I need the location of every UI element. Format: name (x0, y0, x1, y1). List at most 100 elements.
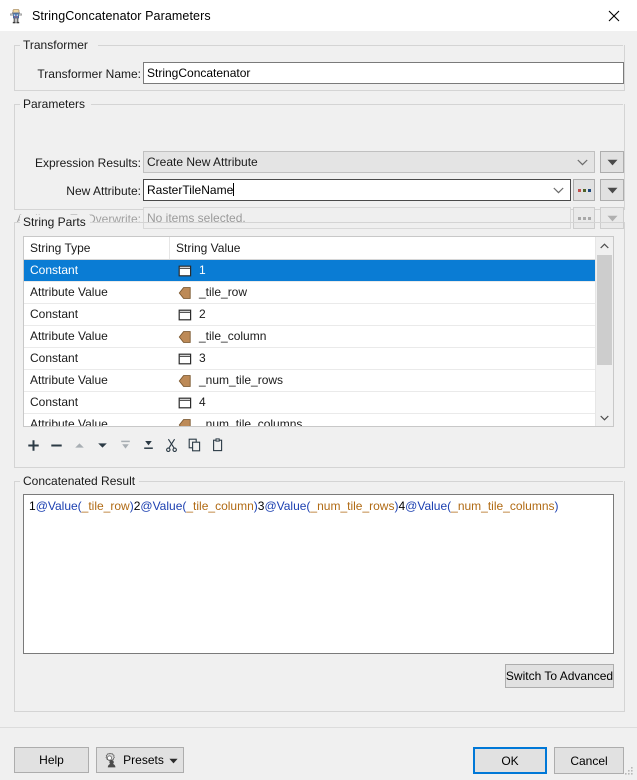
plus-icon (28, 439, 39, 451)
presets-button[interactable]: Presets (96, 747, 184, 773)
expression-results-combo[interactable]: Create New Attribute (143, 151, 595, 173)
cell-string-type[interactable]: Attribute Value (24, 282, 170, 303)
table-vertical-scrollbar[interactable] (595, 237, 613, 426)
presets-label: Presets (123, 753, 164, 767)
cell-string-value[interactable]: 2 (170, 304, 613, 325)
dialog-content: Transformer Transformer Name: StringConc… (0, 31, 637, 780)
triangle-down-icon (607, 187, 617, 193)
concatenated-result-textarea[interactable]: 1@Value(_tile_row)2@Value(_tile_column)3… (23, 494, 614, 654)
ellipsis-icon (577, 188, 591, 192)
result-token-fn: @Value( (35, 499, 82, 513)
table-row[interactable]: Attribute Value _tile_row (24, 282, 613, 304)
transformer-group-legend: Transformer (20, 38, 92, 52)
new-attribute-dropdown-button[interactable] (600, 179, 624, 201)
result-token-attr: _tile_row (81, 499, 130, 513)
cell-string-value[interactable]: 1 (170, 260, 613, 281)
table-row[interactable]: Constant 1 (24, 260, 613, 282)
close-icon (608, 10, 620, 21)
string-parts-table[interactable]: String Type String Value Constant 1 Attrib… (23, 236, 614, 427)
scroll-down-button[interactable] (596, 409, 613, 426)
title-bar: StringConcatenator Parameters (0, 0, 637, 31)
cell-string-value-text: 4 (199, 395, 206, 409)
cell-string-type[interactable]: Attribute Value (24, 326, 170, 347)
new-attribute-input[interactable]: RasterTileName (143, 179, 571, 201)
cell-string-value-text: _tile_column (199, 329, 267, 343)
close-button[interactable] (591, 0, 637, 31)
chevron-down-icon (600, 415, 609, 421)
cell-string-value[interactable]: _num_tile_columns (170, 414, 613, 426)
add-button[interactable] (22, 434, 45, 456)
triangle-down-icon (169, 753, 178, 767)
table-row[interactable]: Attribute Value _num_tile_columns (24, 414, 613, 426)
result-token-attr: _tile_column (186, 499, 254, 513)
scroll-up-button[interactable] (596, 237, 613, 254)
parameters-group-legend: Parameters (20, 97, 90, 111)
constant-icon (178, 309, 192, 320)
footer-separator (0, 727, 637, 728)
chevron-down-icon (553, 180, 564, 200)
minus-icon (51, 444, 62, 446)
attribute-icon (178, 330, 191, 343)
transformer-icon (8, 8, 24, 24)
table-row[interactable]: Constant 3 (24, 348, 613, 370)
new-attribute-value: RasterTileName (147, 183, 234, 197)
column-header-string-value[interactable]: String Value (170, 237, 613, 259)
constant-icon (178, 353, 192, 364)
paste-icon (213, 438, 223, 452)
attribute-icon (178, 374, 191, 387)
column-header-string-type[interactable]: String Type (24, 237, 170, 259)
cell-string-value-text: 2 (199, 307, 206, 321)
cell-string-value[interactable]: 3 (170, 348, 613, 369)
remove-button[interactable] (45, 434, 68, 456)
chevron-up-icon (600, 242, 609, 248)
cell-string-value[interactable]: 4 (170, 392, 613, 413)
cancel-button[interactable]: Cancel (554, 747, 624, 774)
expression-results-dropdown-button[interactable] (600, 151, 624, 173)
move-to-top-button (114, 434, 137, 456)
copy-icon (188, 438, 201, 452)
move-up-button (68, 434, 91, 456)
switch-to-advanced-button[interactable]: Switch To Advanced (505, 664, 614, 688)
table-row[interactable]: Attribute Value _num_tile_rows (24, 370, 613, 392)
cell-string-type[interactable]: Constant (24, 260, 170, 281)
table-row[interactable]: Attribute Value _tile_column (24, 326, 613, 348)
cut-button[interactable] (160, 434, 183, 456)
ok-button[interactable]: OK (473, 747, 547, 774)
attribute-icon (178, 286, 191, 299)
cell-string-type[interactable]: Attribute Value (24, 414, 170, 426)
cell-string-value[interactable]: _tile_row (170, 282, 613, 303)
result-token-attr: _num_tile_rows (310, 499, 395, 513)
cell-string-value[interactable]: _tile_column (170, 326, 613, 347)
resize-grip[interactable] (622, 765, 634, 777)
cell-string-type[interactable]: Attribute Value (24, 370, 170, 391)
scroll-thumb[interactable] (597, 255, 612, 365)
ellipsis-icon (577, 216, 591, 220)
cell-string-value[interactable]: _num_tile_rows (170, 370, 613, 391)
cell-string-type[interactable]: Constant (24, 392, 170, 413)
result-expression: 1@Value(_tile_row)2@Value(_tile_column)3… (29, 499, 559, 513)
table-row[interactable]: Constant 4 (24, 392, 613, 414)
help-button[interactable]: Help (14, 747, 89, 773)
transformer-name-input[interactable]: StringConcatenator (143, 62, 624, 84)
expression-results-label: Expression Results: (34, 156, 141, 170)
cell-string-value-text: _num_tile_rows (199, 373, 284, 387)
cell-string-type[interactable]: Constant (24, 348, 170, 369)
attribute-icon (178, 418, 191, 426)
expression-results-value: Create New Attribute (147, 155, 258, 169)
presets-gear-person-icon (102, 752, 118, 768)
cell-string-value-text: 1 (199, 263, 206, 277)
text-caret (233, 183, 235, 196)
move-down-button[interactable] (91, 434, 114, 456)
result-token-attr: _num_tile_columns (451, 499, 555, 513)
move-to-bottom-button[interactable] (137, 434, 160, 456)
paste-button[interactable] (206, 434, 229, 456)
table-row[interactable]: Constant 2 (24, 304, 613, 326)
new-attribute-ellipsis-button[interactable] (573, 179, 595, 201)
string-parts-toolbar (22, 434, 229, 456)
move-to-top-icon (121, 440, 130, 449)
result-token-num: 1 (29, 499, 36, 513)
cell-string-type[interactable]: Constant (24, 304, 170, 325)
triangle-down-icon (607, 159, 617, 165)
chevron-down-icon (577, 152, 588, 172)
copy-button[interactable] (183, 434, 206, 456)
